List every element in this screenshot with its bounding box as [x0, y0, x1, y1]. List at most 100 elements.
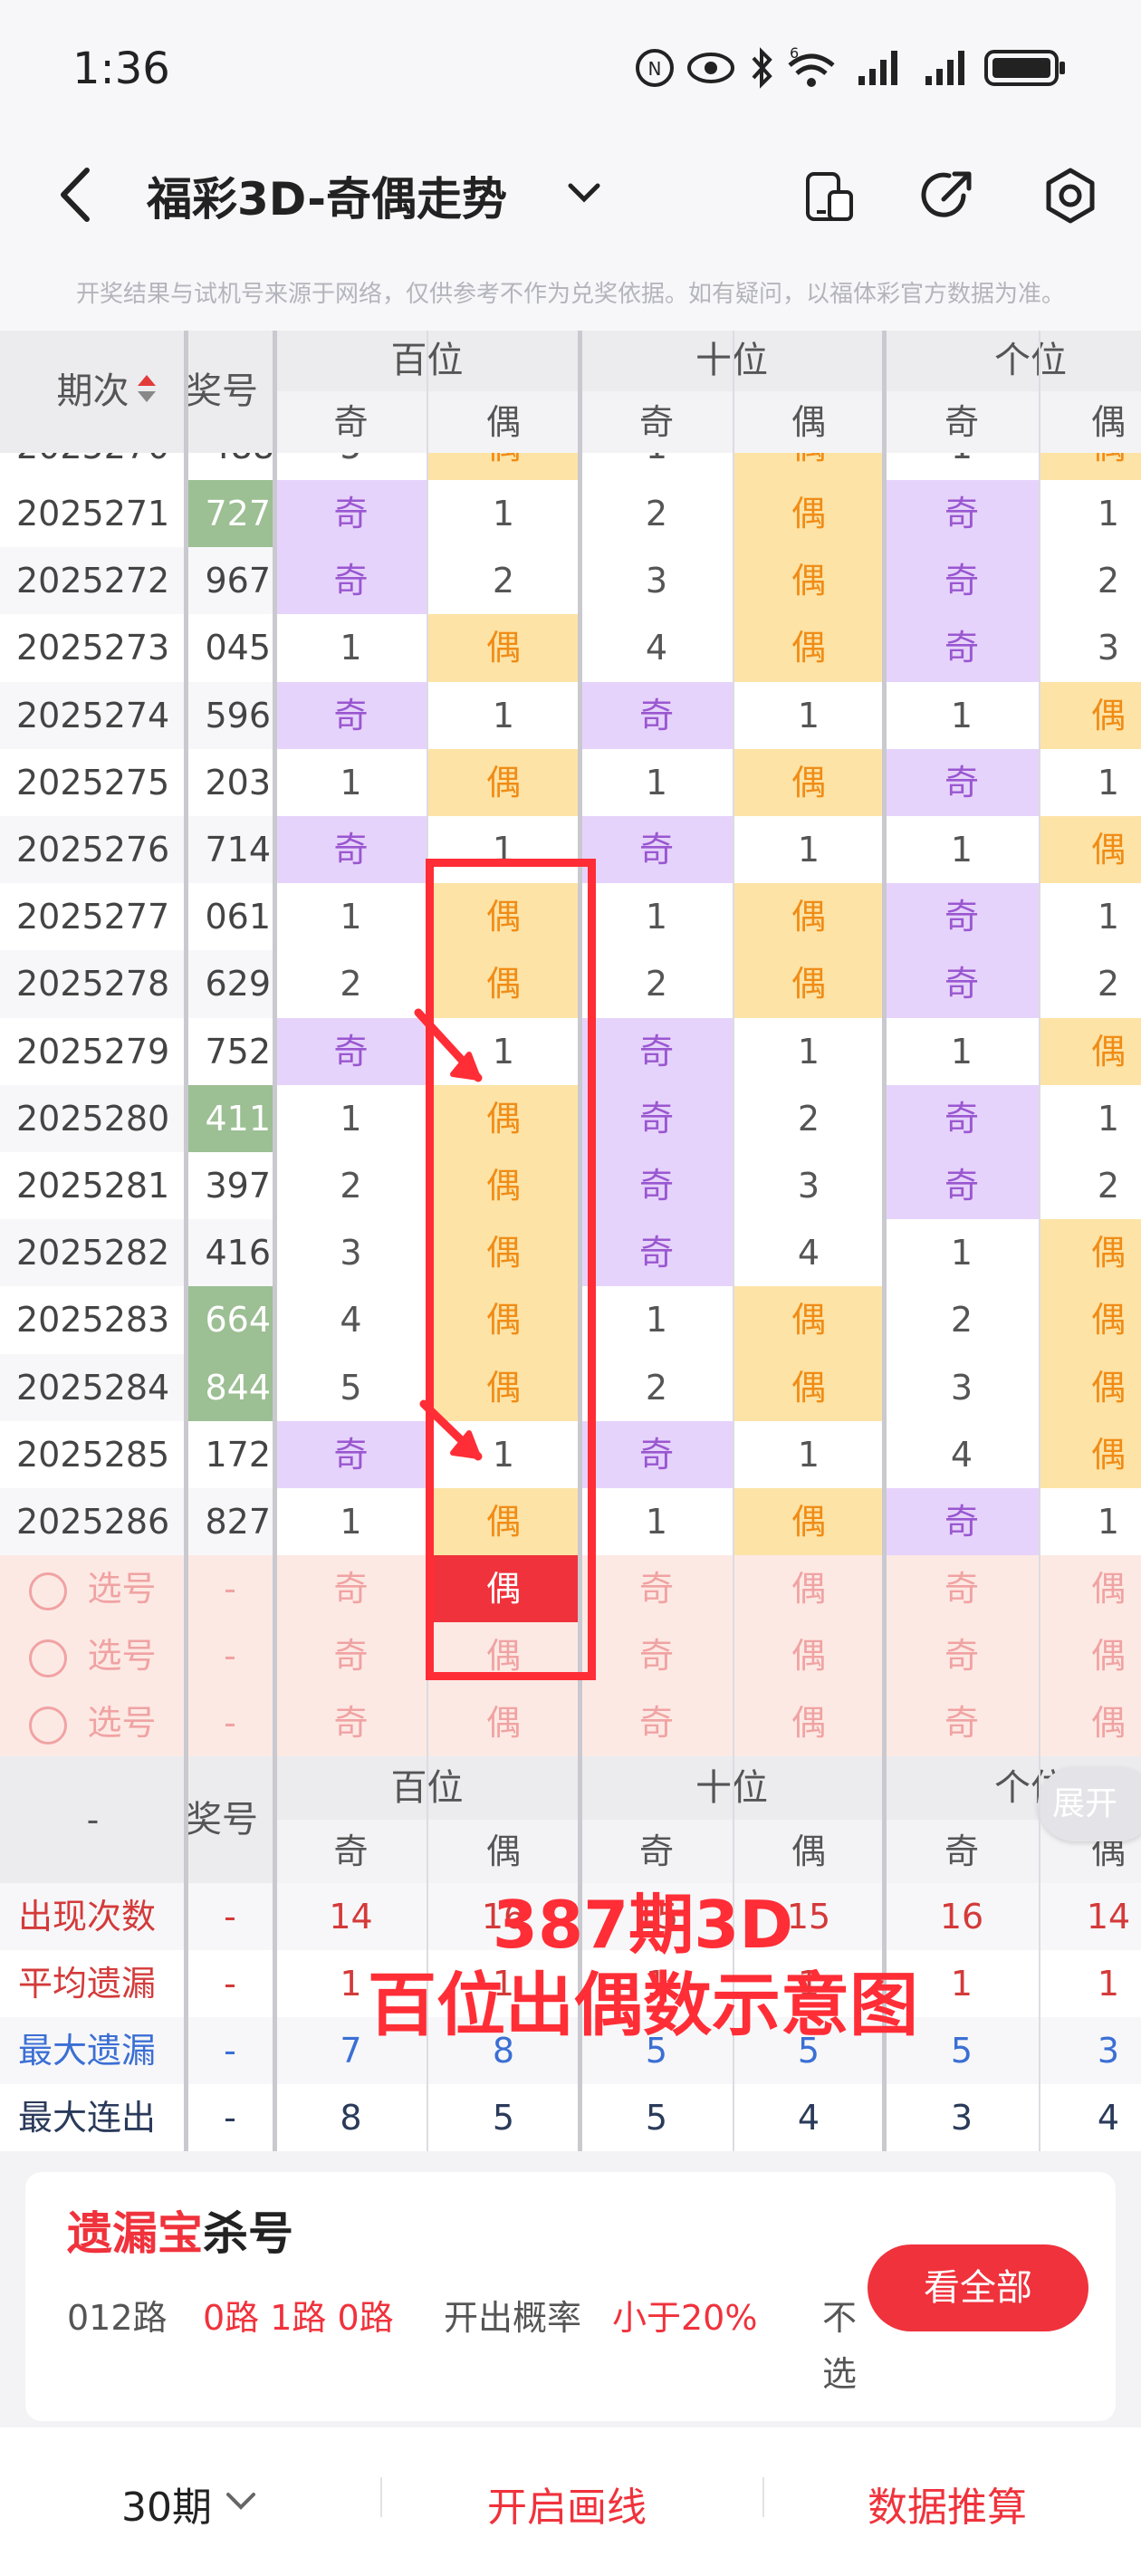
trend-cell: 1 [427, 480, 580, 548]
trend-cell: 1 [1040, 1488, 1141, 1556]
trend-cell: 1 [580, 883, 734, 951]
stats-dash: - [186, 1883, 274, 1951]
table-row-number: 967 [186, 547, 274, 615]
stats-label: 出现次数 [0, 1883, 186, 1951]
page-title[interactable]: 福彩3D-奇偶走势 [147, 163, 507, 228]
trend-cell: 奇 [580, 1219, 734, 1287]
select-radio-icon[interactable] [29, 1639, 68, 1677]
stats-value: 5 [580, 2084, 734, 2152]
period-select[interactable]: 30期 [121, 2475, 212, 2533]
table-row-period: 2025279 [0, 1017, 186, 1085]
settings-icon[interactable] [1041, 167, 1099, 225]
trend-cell: 1 [734, 1017, 884, 1085]
table-row-period: 2025280 [0, 1084, 186, 1152]
table-row-number: 629 [186, 950, 274, 1018]
stats-header-number: 奖号 [186, 1756, 274, 1884]
trend-cell: 偶 [734, 883, 884, 951]
trend-cell: 1 [734, 1420, 884, 1488]
phone-switch-icon[interactable] [802, 170, 857, 225]
sort-icon[interactable] [136, 371, 158, 408]
back-icon[interactable] [53, 163, 98, 226]
trend-cell: 1 [274, 748, 427, 816]
table-row-number: 397 [186, 1152, 274, 1220]
header-number: 奖号 [186, 331, 274, 453]
stats-header-odd: 奇 [884, 1820, 1040, 1884]
trend-cell: 偶 [1040, 1219, 1141, 1287]
header-period[interactable]: 期次 [0, 331, 186, 453]
select-label[interactable]: 选号 [87, 1703, 156, 1743]
column-divider [184, 331, 188, 2152]
select-label[interactable]: 选号 [87, 1636, 156, 1676]
table-row-number: 664 [186, 1286, 274, 1354]
trend-cell: 4 [734, 1219, 884, 1287]
select-row-label[interactable]: 选号 [0, 1689, 186, 1757]
select-even-option[interactable]: 偶 [1040, 1622, 1141, 1690]
select-odd-option[interactable]: 奇 [884, 1689, 1040, 1757]
card-brand-suffix: 杀号 [203, 2207, 293, 2260]
select-even-option[interactable]: 偶 [734, 1555, 884, 1623]
trend-cell: 偶 [734, 614, 884, 682]
select-even-option[interactable]: 偶 [734, 1689, 884, 1757]
trend-cell: 4 [580, 614, 734, 682]
select-row-label[interactable]: 选号 [0, 1555, 186, 1623]
stats-value: 3 [884, 2084, 1040, 2152]
view-all-button[interactable]: 看全部 [868, 2244, 1088, 2331]
stats-header-period: - [0, 1756, 186, 1884]
svg-text:N: N [648, 58, 662, 80]
select-row-label[interactable]: 选号 [0, 1622, 186, 1690]
select-odd-option[interactable]: 奇 [884, 1622, 1040, 1690]
trend-cell: 偶 [1040, 1286, 1141, 1354]
select-even-option[interactable]: 偶 [1040, 1555, 1141, 1623]
trend-cell: 奇 [580, 1017, 734, 1085]
table-row-period: 2025284 [0, 1353, 186, 1421]
trend-cell: 奇 [580, 681, 734, 749]
select-label[interactable]: 选号 [87, 1569, 156, 1609]
stats-header-group: 十位 [580, 1756, 884, 1821]
trend-cell: 奇 [580, 816, 734, 884]
column-divider [882, 331, 887, 2152]
chevron-down-icon[interactable] [563, 172, 605, 214]
select-even-option[interactable]: 偶 [427, 1689, 580, 1757]
select-odd-option[interactable]: 奇 [580, 1555, 734, 1623]
table-row-period: 2025278 [0, 950, 186, 1018]
trend-cell: 2 [884, 1286, 1040, 1354]
select-odd-option[interactable]: 奇 [274, 1555, 427, 1623]
trend-cell: 4 [274, 1286, 427, 1354]
share-icon[interactable] [918, 167, 976, 225]
header-group: 十位 [580, 331, 884, 391]
trend-cell: 偶 [1040, 1017, 1141, 1085]
trend-cell: 偶 [734, 547, 884, 615]
select-even-option[interactable]: 偶 [734, 1622, 884, 1690]
network-badge: 6 [790, 47, 799, 62]
table-row-number: 714 [186, 816, 274, 884]
table-row-number: 752 [186, 1017, 274, 1085]
trend-cell: 1 [1040, 480, 1141, 548]
select-odd-option[interactable]: 奇 [580, 1622, 734, 1690]
trend-cell: 偶 [734, 480, 884, 548]
do-not-disturb-icon: N [636, 49, 674, 87]
trend-cell: 1 [884, 816, 1040, 884]
select-odd-option[interactable]: 奇 [274, 1622, 427, 1690]
select-odd-option[interactable]: 奇 [884, 1555, 1040, 1623]
trend-cell: 1 [884, 1017, 1040, 1085]
signal-icon [858, 51, 897, 85]
select-dash: - [186, 1555, 274, 1623]
expand-button[interactable]: 展开 [1038, 1767, 1141, 1842]
chevron-down-icon[interactable] [223, 2485, 259, 2518]
data-calc-button[interactable]: 数据推算 [868, 2475, 1027, 2533]
table-row-number: 172 [186, 1420, 274, 1488]
stats-dash: - [186, 1950, 274, 2018]
trend-cell: 奇 [274, 480, 427, 548]
select-odd-option[interactable]: 奇 [274, 1689, 427, 1757]
status-bar: 1:36 N 6 [0, 0, 1141, 136]
header-even: 偶 [427, 391, 580, 453]
header-even: 偶 [734, 391, 884, 453]
draw-line-button[interactable]: 开启画线 [487, 2475, 647, 2533]
select-odd-option[interactable]: 奇 [580, 1689, 734, 1757]
stats-dash: - [186, 2017, 274, 2085]
trend-cell: 2 [1040, 1152, 1141, 1220]
select-even-option[interactable]: 偶 [1040, 1689, 1141, 1757]
select-radio-icon[interactable] [29, 1572, 68, 1610]
select-radio-icon[interactable] [29, 1706, 68, 1745]
trend-cell: 1 [734, 816, 884, 884]
